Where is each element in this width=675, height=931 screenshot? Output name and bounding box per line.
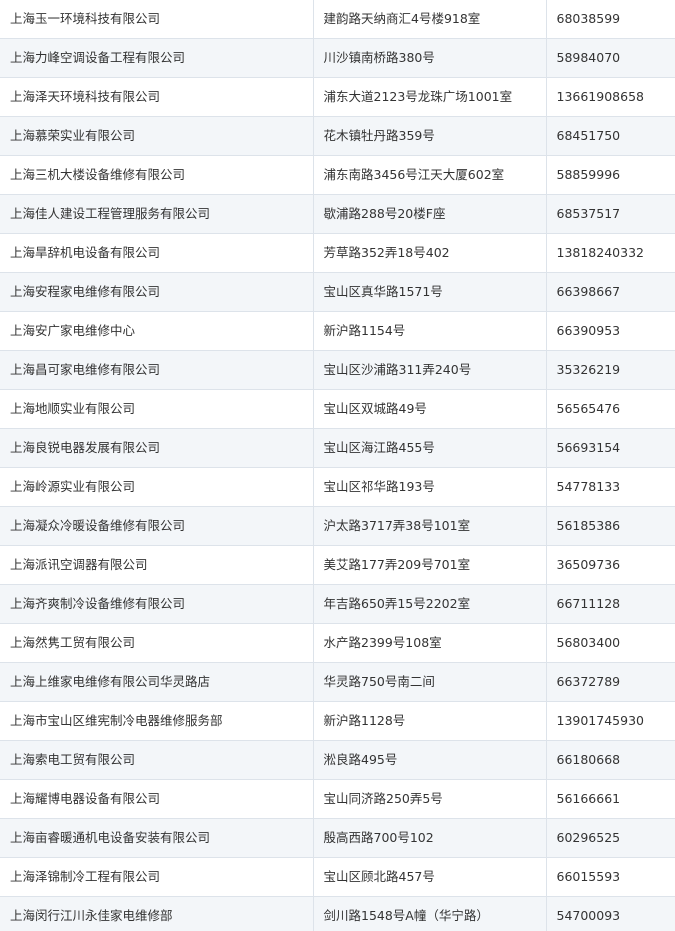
table-row: 上海闵行江川永佳家电维修部 剑川路1548号A幢（华宁路） 54700093 (0, 896, 675, 931)
table-row: 上海泽锦制冷工程有限公司 宝山区顾北路457号 66015593 (0, 857, 675, 897)
table-row: 上海三机大楼设备维修有限公司 浦东南路3456号江天大厦602室 58859996 (0, 155, 675, 195)
address-cell: 歇浦路288号20楼F座 (312, 194, 547, 234)
address-cell: 新沪路1128号 (312, 701, 547, 741)
company-name-cell: 上海派讯空调器有限公司 (0, 545, 314, 585)
phone-cell: 68451750 (545, 116, 675, 156)
phone-cell: 56185386 (545, 506, 675, 546)
phone-cell: 66180668 (545, 740, 675, 780)
company-name-cell: 上海亩睿暖通机电设备安装有限公司 (0, 818, 314, 858)
phone-cell: 56693154 (545, 428, 675, 468)
company-name-cell: 上海齐爽制冷设备维修有限公司 (0, 584, 314, 624)
address-cell: 宝山区双城路49号 (312, 389, 547, 429)
table-row: 上海亩睿暖通机电设备安装有限公司 殷高西路700号102 60296525 (0, 818, 675, 858)
company-name-cell: 上海地顺实业有限公司 (0, 389, 314, 429)
phone-cell: 56565476 (545, 389, 675, 429)
address-cell: 宝山区祁华路193号 (312, 467, 547, 507)
company-directory-table: 上海玉一环境科技有限公司 建韵路天纳商汇4号楼918室 68038599 上海力峰空调… (0, 0, 675, 931)
directory-body: 上海玉一环境科技有限公司 建韵路天纳商汇4号楼918室 68038599 上海力峰空调… (0, 0, 675, 931)
company-name-cell: 上海佳人建设工程管理服务有限公司 (0, 194, 314, 234)
address-cell: 宝山区顾北路457号 (312, 857, 547, 897)
address-cell: 年吉路650弄15号2202室 (312, 584, 547, 624)
address-cell: 宝山同济路250弄5号 (312, 779, 547, 819)
table-row: 上海力峰空调设备工程有限公司 川沙镇南桥路380号 58984070 (0, 38, 675, 78)
table-row: 上海市宝山区维宪制冷电器维修服务部 新沪路1128号 13901745930 (0, 701, 675, 741)
table-row: 上海上维家电维修有限公司华灵路店 华灵路750号南二间 66372789 (0, 662, 675, 702)
company-name-cell: 上海泽天环境科技有限公司 (0, 77, 314, 117)
phone-cell: 54778133 (545, 467, 675, 507)
phone-cell: 66711128 (545, 584, 675, 624)
address-cell: 宝山区沙浦路311弄240号 (312, 350, 547, 390)
table-row: 上海泽天环境科技有限公司 浦东大道2123号龙珠广场1001室 1366190865… (0, 77, 675, 117)
table-row: 上海凝众冷暖设备维修有限公司 沪太路3717弄38号101室 56185386 (0, 506, 675, 546)
address-cell: 川沙镇南桥路380号 (312, 38, 547, 78)
company-name-cell: 上海市宝山区维宪制冷电器维修服务部 (0, 701, 314, 741)
company-name-cell: 上海力峰空调设备工程有限公司 (0, 38, 314, 78)
company-name-cell: 上海岭源实业有限公司 (0, 467, 314, 507)
address-cell: 水产路2399号108室 (312, 623, 547, 663)
company-name-cell: 上海泽锦制冷工程有限公司 (0, 857, 314, 897)
table-row: 上海派讯空调器有限公司 美艾路177弄209号701室 36509736 (0, 545, 675, 585)
table-row: 上海地顺实业有限公司 宝山区双城路49号 56565476 (0, 389, 675, 429)
company-name-cell: 上海索电工贸有限公司 (0, 740, 314, 780)
company-name-cell: 上海安程家电维修有限公司 (0, 272, 314, 312)
phone-cell: 66390953 (545, 311, 675, 351)
table-row: 上海岭源实业有限公司 宝山区祁华路193号 54778133 (0, 467, 675, 507)
table-row: 上海安程家电维修有限公司 宝山区真华路1571号 66398667 (0, 272, 675, 312)
company-name-cell: 上海凝众冷暖设备维修有限公司 (0, 506, 314, 546)
phone-cell: 66398667 (545, 272, 675, 312)
phone-cell: 66372789 (545, 662, 675, 702)
table-row: 上海耀博电器设备有限公司 宝山同济路250弄5号 56166661 (0, 779, 675, 819)
table-row: 上海然隽工贸有限公司 水产路2399号108室 56803400 (0, 623, 675, 663)
address-cell: 芳草路352弄18号402 (312, 233, 547, 273)
phone-cell: 58984070 (545, 38, 675, 78)
table-row: 上海安广家电维修中心 新沪路1154号 66390953 (0, 311, 675, 351)
company-name-cell: 上海三机大楼设备维修有限公司 (0, 155, 314, 195)
address-cell: 华灵路750号南二间 (312, 662, 547, 702)
company-name-cell: 上海闵行江川永佳家电维修部 (0, 896, 314, 931)
address-cell: 殷高西路700号102 (312, 818, 547, 858)
phone-cell: 66015593 (545, 857, 675, 897)
table-row: 上海慕荣实业有限公司 花木镇牡丹路359号 68451750 (0, 116, 675, 156)
address-cell: 剑川路1548号A幢（华宁路） (312, 896, 547, 931)
table-row: 上海索电工贸有限公司 淞良路495号 66180668 (0, 740, 675, 780)
company-name-cell: 上海昌可家电维修有限公司 (0, 350, 314, 390)
company-name-cell: 上海上维家电维修有限公司华灵路店 (0, 662, 314, 702)
address-cell: 淞良路495号 (312, 740, 547, 780)
table-row: 上海良锐电器发展有限公司 宝山区海江路455号 56693154 (0, 428, 675, 468)
phone-cell: 60296525 (545, 818, 675, 858)
phone-cell: 36509736 (545, 545, 675, 585)
address-cell: 浦东大道2123号龙珠广场1001室 (312, 77, 547, 117)
address-cell: 建韵路天纳商汇4号楼918室 (312, 0, 547, 39)
table-row: 上海玉一环境科技有限公司 建韵路天纳商汇4号楼918室 68038599 (0, 0, 675, 39)
address-cell: 浦东南路3456号江天大厦602室 (312, 155, 547, 195)
company-name-cell: 上海旱辞机电设备有限公司 (0, 233, 314, 273)
phone-cell: 58859996 (545, 155, 675, 195)
phone-cell: 54700093 (545, 896, 675, 931)
address-cell: 新沪路1154号 (312, 311, 547, 351)
company-name-cell: 上海慕荣实业有限公司 (0, 116, 314, 156)
phone-cell: 35326219 (545, 350, 675, 390)
address-cell: 宝山区真华路1571号 (312, 272, 547, 312)
phone-cell: 13901745930 (545, 701, 675, 741)
table-row: 上海旱辞机电设备有限公司 芳草路352弄18号402 13818240332 (0, 233, 675, 273)
address-cell: 花木镇牡丹路359号 (312, 116, 547, 156)
company-name-cell: 上海耀博电器设备有限公司 (0, 779, 314, 819)
table-row: 上海昌可家电维修有限公司 宝山区沙浦路311弄240号 35326219 (0, 350, 675, 390)
company-name-cell: 上海良锐电器发展有限公司 (0, 428, 314, 468)
table-row: 上海齐爽制冷设备维修有限公司 年吉路650弄15号2202室 66711128 (0, 584, 675, 624)
table-row: 上海佳人建设工程管理服务有限公司 歇浦路288号20楼F座 68537517 (0, 194, 675, 234)
phone-cell: 68537517 (545, 194, 675, 234)
phone-cell: 56803400 (545, 623, 675, 663)
phone-cell: 56166661 (545, 779, 675, 819)
phone-cell: 13818240332 (545, 233, 675, 273)
address-cell: 沪太路3717弄38号101室 (312, 506, 547, 546)
address-cell: 美艾路177弄209号701室 (312, 545, 547, 585)
company-name-cell: 上海安广家电维修中心 (0, 311, 314, 351)
address-cell: 宝山区海江路455号 (312, 428, 547, 468)
company-name-cell: 上海玉一环境科技有限公司 (0, 0, 314, 39)
phone-cell: 68038599 (545, 0, 675, 39)
company-name-cell: 上海然隽工贸有限公司 (0, 623, 314, 663)
phone-cell: 13661908658 (545, 77, 675, 117)
